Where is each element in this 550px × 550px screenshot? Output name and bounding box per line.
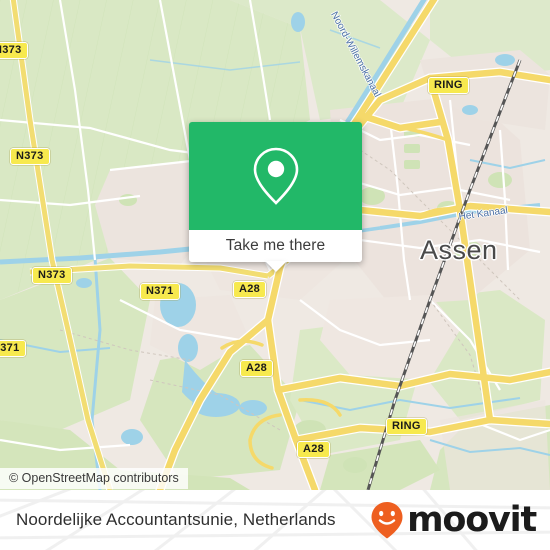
popup-icon-panel [189, 122, 362, 230]
moovit-smile-pin-icon [371, 502, 403, 539]
footer-bar: Noordelijke Accountantsunie, Netherlands… [0, 490, 550, 550]
take-me-there-label: Take me there [225, 237, 326, 254]
road-shield-n373-b[interactable]: N373 [10, 148, 50, 165]
popup-pointer [264, 261, 287, 272]
road-shield-a28-c[interactable]: A28 [297, 441, 331, 458]
road-shield-ring-a[interactable]: RING [428, 77, 469, 94]
place-label-assen: Assen [420, 235, 498, 265]
road-shield-n373-c[interactable]: N373 [32, 267, 72, 284]
take-me-there-button[interactable]: Take me there [189, 230, 362, 272]
map-canvas[interactable]: Noord-Willemskanaal Het Kanaal Assen N37… [0, 0, 550, 490]
page-title: Noordelijke Accountantsunie, Netherlands [16, 510, 336, 529]
location-popup-card[interactable]: Take me there [189, 122, 362, 272]
moovit-logo[interactable]: moovit [369, 490, 537, 550]
road-shield-n371-a[interactable]: N371 [0, 340, 26, 357]
road-shield-n371-b[interactable]: N371 [140, 283, 180, 300]
moovit-map-screenshot: Noord-Willemskanaal Het Kanaal Assen N37… [0, 0, 550, 550]
osm-attribution[interactable]: © OpenStreetMap contributors [0, 468, 188, 489]
moovit-wordmark: moovit [407, 499, 537, 540]
road-shield-n373-a[interactable]: N373 [0, 42, 28, 59]
road-shield-a28-a[interactable]: A28 [233, 281, 267, 298]
map-pin-icon [253, 147, 298, 205]
road-shield-ring-b[interactable]: RING [386, 418, 427, 435]
road-shield-a28-b[interactable]: A28 [240, 360, 274, 377]
